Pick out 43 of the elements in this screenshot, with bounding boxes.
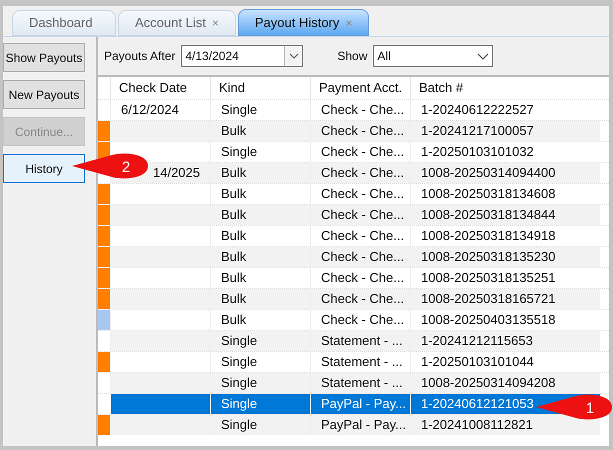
table-cell: 1008-20250314094208 (410, 373, 600, 393)
table-cell: Single (210, 415, 310, 435)
callout-marker: 1 (536, 394, 612, 420)
column-header[interactable]: Check Date (110, 77, 210, 99)
tab[interactable]: Account List × (118, 10, 236, 36)
table-cell: Single (210, 394, 310, 414)
tab[interactable]: Dashboard (12, 10, 116, 36)
field-label: Payouts After (104, 48, 176, 65)
table-cell: Check - Che... (310, 205, 410, 225)
table-cell: PayPal - Pay... (310, 394, 410, 414)
table-cell: Bulk (210, 163, 310, 183)
table-cell: Statement - ... (310, 373, 410, 393)
table-cell: Check - Che... (310, 163, 410, 183)
table-cell: PayPal - Pay... (310, 415, 410, 435)
table-cell: Statement - ... (310, 331, 410, 351)
table-cell: Check - Che... (310, 247, 410, 267)
sidebar-button[interactable]: New Payouts (3, 80, 85, 109)
table-cell: 1-20241008112821 (410, 415, 600, 435)
callout-marker: 2 (72, 153, 148, 179)
table-cell: Bulk (210, 247, 310, 267)
table-cell: 1-20241212115653 (410, 331, 600, 351)
table-cell: 1-20241217100057 (410, 121, 600, 141)
dropdown-icon[interactable] (284, 46, 302, 66)
table-cell: 1008-20250318134844 (410, 205, 600, 225)
tab[interactable]: Payout History × (238, 9, 370, 36)
table-cell: Single (210, 373, 310, 393)
show-dropdown[interactable]: All (373, 45, 494, 67)
column-header[interactable]: Kind (210, 77, 310, 99)
table-cell: Bulk (210, 289, 310, 309)
sidebar-button[interactable]: Show Payouts (3, 43, 85, 72)
column-header[interactable]: Batch # (410, 77, 600, 99)
table-cell: 1008-20250318135230 (410, 247, 600, 267)
field-label: Show (337, 48, 368, 65)
table-cell: Check - Che... (310, 121, 410, 141)
table-cell: Single (210, 331, 310, 351)
sidebar-button[interactable]: History (3, 154, 85, 183)
table-cell: 1008-20250314094400 (410, 163, 600, 183)
column-header[interactable]: Payment Acct. (310, 77, 410, 99)
table-cell: Check - Che... (310, 289, 410, 309)
date-field[interactable]: 4/13/2024 (181, 45, 304, 67)
table-cell: 1008-20250318165721 (410, 289, 600, 309)
table-cell: Bulk (210, 121, 310, 141)
table-cell: Bulk (210, 205, 310, 225)
